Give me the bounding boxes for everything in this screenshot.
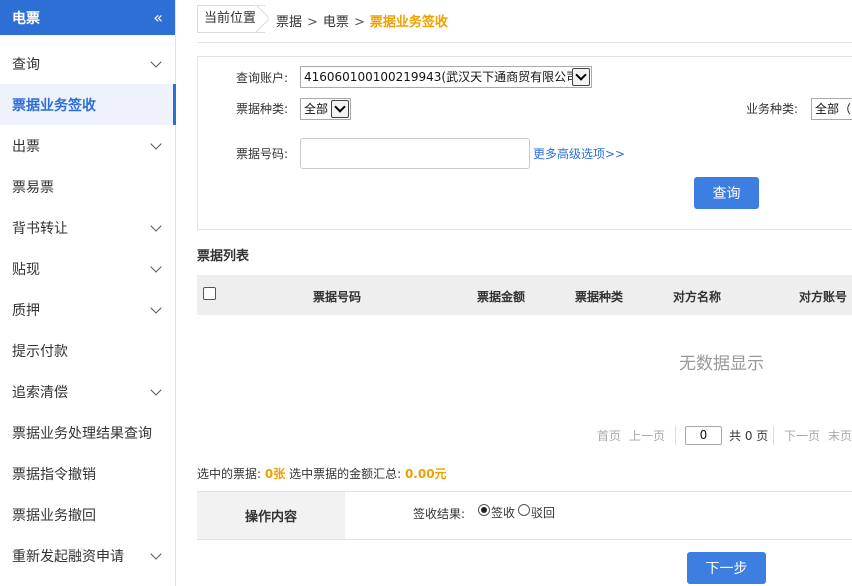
sidebar-item-label: 票易票	[12, 179, 54, 196]
pager-total: 共 0 页	[729, 429, 769, 443]
pager-next[interactable]: 下一页	[784, 427, 820, 444]
sidebar-item-label: 票据业务撤回	[12, 507, 96, 524]
sidebar-item-endorse[interactable]: 背书转让	[0, 207, 176, 248]
account-select-value: 416060100100219943(武汉天下通商贸有限公司)	[304, 70, 583, 84]
query-button[interactable]: 查询	[694, 177, 759, 209]
column-header-bill-no: 票据号码	[313, 290, 362, 304]
bill-type-select-value: 全部	[304, 102, 329, 116]
sidebar-item-bill-swap[interactable]: 票易票	[0, 166, 176, 207]
sidebar-item-label: 重新发起融资申请	[12, 548, 124, 565]
chevron-down-icon	[150, 383, 162, 396]
selection-mid: 选中票据的金额汇总:	[289, 467, 402, 481]
sidebar-item-label: 查询	[12, 56, 40, 73]
bill-no-label: 票据号码:	[236, 147, 289, 161]
main-content: 当前位置 票据 > 电票 > 票据业务签收 查询账户: 4160601001002199…	[197, 0, 852, 586]
radio-sign-label[interactable]: 签收	[491, 504, 515, 521]
selection-amount: 0.00元	[404, 467, 447, 481]
radio-reject-label[interactable]: 驳回	[531, 504, 555, 521]
chevron-down-icon	[150, 547, 162, 560]
sidebar-item-label: 出票	[12, 138, 40, 155]
chevron-down-icon	[150, 301, 162, 314]
radio-sign[interactable]	[478, 504, 490, 516]
sidebar-item-label: 提示付款	[12, 343, 68, 360]
sidebar-item-recourse[interactable]: 追索清偿	[0, 371, 176, 412]
operation-panel: 操作内容 签收结果: 签收 驳回	[197, 491, 852, 540]
sidebar-item-result-query[interactable]: 票据业务处理结果查询	[0, 412, 176, 453]
sidebar-item-pledge[interactable]: 质押	[0, 289, 176, 330]
empty-state-text: 无数据显示	[679, 354, 764, 374]
double-chevron-left-icon[interactable]: «	[153, 8, 163, 27]
sidebar-item-label: 票据业务处理结果查询	[12, 425, 152, 442]
account-select[interactable]: 416060100100219943(武汉天下通商贸有限公司)	[300, 66, 592, 88]
column-header-amount: 票据金额	[477, 290, 526, 304]
bill-type-label: 票据种类:	[236, 102, 289, 116]
sidebar-item-label: 票据业务签收	[12, 97, 96, 114]
column-header-bill-type: 票据种类	[575, 290, 624, 304]
chevron-down-icon	[150, 137, 162, 150]
bill-no-input[interactable]	[300, 138, 530, 169]
selection-summary: 选中的票据: 0张 选中票据的金额汇总: 0.00元	[197, 465, 447, 482]
pager-divider	[773, 426, 774, 445]
breadcrumb: 当前位置 票据 > 电票 > 票据业务签收	[197, 0, 852, 43]
radio-reject[interactable]	[518, 504, 530, 516]
chevron-down-icon	[150, 260, 162, 273]
sidebar-item-present-payment[interactable]: 提示付款	[0, 330, 176, 371]
sidebar-item-label: 贴现	[12, 261, 40, 278]
bill-type-select[interactable]: 全部	[300, 98, 351, 120]
bill-list-title: 票据列表	[197, 249, 250, 264]
sidebar-item-instruction-cancel[interactable]: 票据指令撤销	[0, 453, 176, 494]
select-all-checkbox[interactable]	[203, 287, 216, 300]
breadcrumb-item-bills[interactable]: 票据	[276, 15, 302, 30]
table-header: 票据号码 票据金额 票据种类 对方名称 对方账号	[197, 275, 852, 315]
column-header-counterparty-account: 对方账号	[799, 290, 848, 304]
sidebar-item-label: 票据指令撤销	[12, 466, 96, 483]
page-number-input[interactable]: 0	[685, 426, 722, 445]
selection-count: 0张	[264, 467, 286, 481]
sidebar: 电票 « 查询 票据业务签收 出票 票易票 背书转让 贴现 质押 提示付款 追索…	[0, 0, 176, 586]
query-form: 查询账户: 416060100100219943(武汉天下通商贸有限公司) 票据…	[197, 56, 852, 230]
breadcrumb-current: 票据业务签收	[369, 15, 448, 30]
sidebar-item-bill-sign[interactable]: 票据业务签收	[0, 84, 176, 125]
sidebar-item-refinance[interactable]: 重新发起融资申请	[0, 535, 176, 576]
sidebar-item-label: 追索清偿	[12, 384, 68, 401]
sign-result-label: 签收结果:	[413, 507, 466, 521]
selection-prefix: 选中的票据:	[197, 467, 262, 481]
dropdown-arrow-icon	[331, 100, 349, 118]
sidebar-item-query[interactable]: 查询	[0, 43, 176, 84]
sidebar-item-withdraw[interactable]: 票据业务撤回	[0, 494, 176, 535]
biz-type-label: 业务种类:	[746, 102, 799, 116]
biz-type-select[interactable]: 全部（	[811, 98, 852, 120]
breadcrumb-separator: >	[307, 15, 318, 30]
biz-type-select-value: 全部（	[815, 102, 852, 116]
advanced-options-link[interactable]: 更多高级选项>>	[533, 145, 625, 162]
sidebar-item-label: 质押	[12, 302, 40, 319]
next-step-button[interactable]: 下一步	[687, 552, 766, 584]
breadcrumb-separator: >	[353, 15, 365, 30]
column-header-counterparty-name: 对方名称	[673, 290, 722, 304]
sidebar-item-label: 背书转让	[12, 220, 68, 237]
pager-first[interactable]: 首页	[597, 427, 621, 444]
breadcrumb-arrow-icon	[255, 5, 269, 33]
pager-prev[interactable]: 上一页	[629, 427, 665, 444]
chevron-down-icon	[150, 55, 162, 68]
sidebar-item-discount[interactable]: 贴现	[0, 248, 176, 289]
breadcrumb-path: 票据 > 电票 > 票据业务签收	[276, 11, 448, 30]
dropdown-arrow-icon	[572, 68, 590, 86]
account-label: 查询账户:	[236, 71, 289, 85]
sidebar-title: 电票	[12, 10, 40, 27]
operation-label: 操作内容	[197, 492, 345, 539]
chevron-down-icon	[150, 219, 162, 232]
pager-divider	[675, 426, 676, 445]
sidebar-item-issue[interactable]: 出票	[0, 125, 176, 166]
sidebar-header: 电票 «	[0, 0, 175, 35]
breadcrumb-item-ebill[interactable]: 电票	[323, 15, 349, 30]
pager-last[interactable]: 末页	[828, 427, 852, 444]
